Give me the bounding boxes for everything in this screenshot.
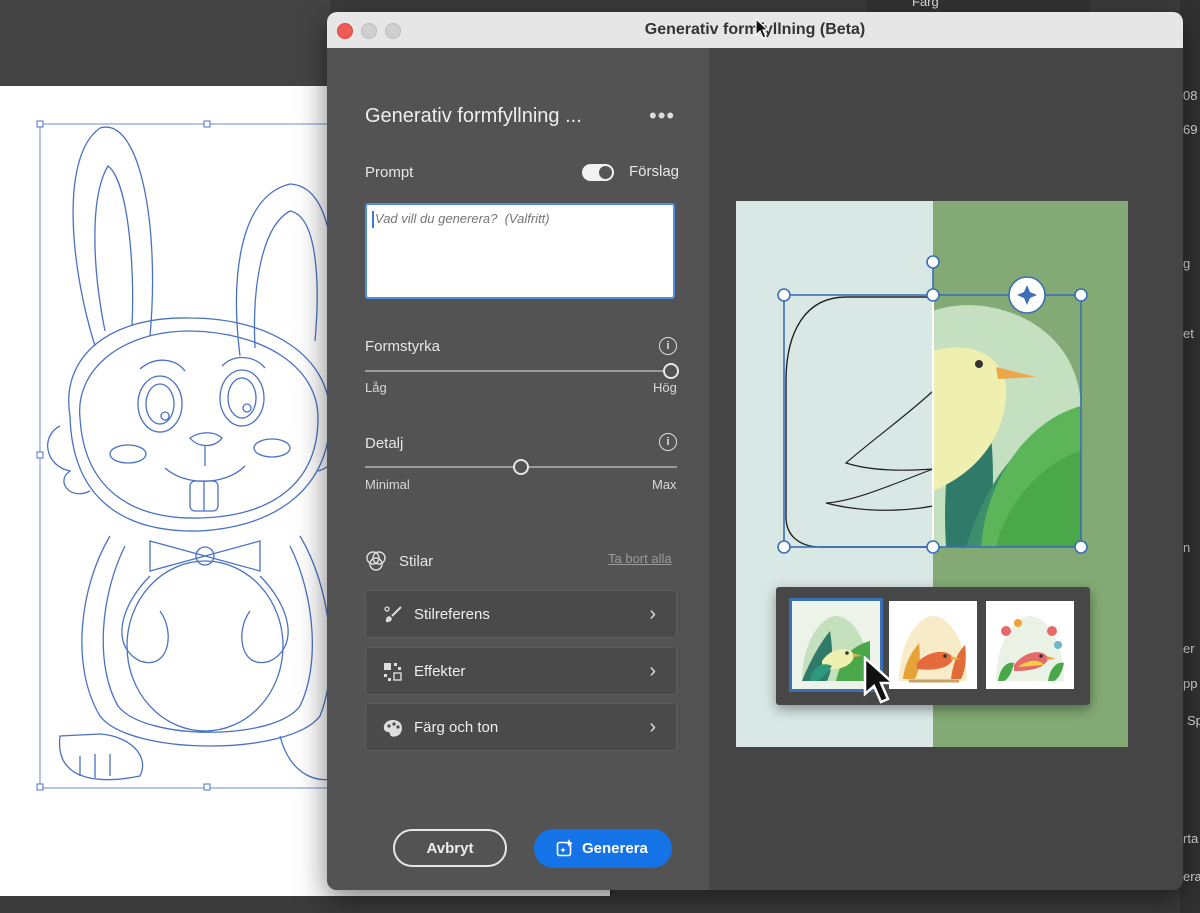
bg-value-4: et [1183, 326, 1194, 341]
generate-button[interactable]: Generera [534, 829, 672, 868]
prompt-input[interactable] [365, 203, 675, 299]
styles-icon [366, 551, 386, 571]
mouse-cursor-icon [863, 656, 897, 704]
chevron-right-icon: › [649, 660, 656, 682]
effects-icon [384, 663, 402, 681]
bg-value-10: era [1183, 869, 1200, 884]
bg-value-9: rta [1183, 831, 1199, 846]
shape-strength-max-label: Hög [653, 380, 677, 395]
style-reference-label: Stilreferens [414, 606, 490, 623]
styles-label: Stilar [399, 553, 434, 570]
settings-panel: Generativ formfyllning ... ••• Prompt Fö… [327, 48, 709, 890]
shape-strength-thumb[interactable] [663, 363, 679, 379]
shape-strength-min-label: Låg [365, 380, 387, 395]
bunny-artwork[interactable] [0, 86, 340, 806]
text-caret [372, 211, 374, 228]
more-horizontal-icon[interactable]: ••• [649, 103, 675, 129]
style-reference-icon [384, 606, 402, 623]
toggle-knob [599, 166, 612, 179]
bg-value-1: 08 [1183, 88, 1198, 103]
detail-max-label: Max [652, 477, 677, 492]
shape-strength-track[interactable] [365, 370, 671, 372]
info-icon[interactable]: i [659, 337, 677, 355]
variant-thumbnail[interactable] [889, 601, 977, 689]
variant-thumbnail[interactable] [986, 601, 1074, 689]
suggestions-toggle[interactable] [582, 164, 614, 181]
prompt-label: Prompt [365, 164, 414, 181]
background-toolbar [0, 0, 330, 86]
effects-label: Effekter [414, 663, 466, 680]
chevron-right-icon: › [649, 603, 656, 625]
bg-value-8: Sp [1187, 713, 1200, 728]
bg-value-5: n [1183, 540, 1191, 555]
cancel-button[interactable]: Avbryt [393, 829, 507, 867]
variants-tray [776, 587, 1090, 705]
generate-label: Generera [582, 840, 648, 857]
bg-value-7: pp [1183, 676, 1198, 691]
bg-value-6: er [1183, 641, 1195, 656]
generate-icon [556, 839, 573, 857]
mouse-cursor-icon [755, 18, 770, 39]
background-color-label[interactable]: Färg [912, 0, 939, 9]
bg-value-2: 69 [1183, 122, 1198, 137]
clear-all-link[interactable]: Ta bort alla [608, 551, 672, 566]
detail-thumb[interactable] [513, 459, 529, 475]
suggestions-label: Förslag [629, 163, 680, 180]
color-tone-label: Färg och ton [414, 719, 499, 736]
style-reference-row[interactable]: Stilreferens › [365, 590, 677, 638]
color-tone-icon [383, 720, 402, 737]
panel-heading: Generativ formfyllning ... [365, 105, 582, 127]
shape-strength-label: Formstyrka [365, 338, 440, 355]
detail-label: Detalj [365, 435, 404, 452]
effects-row[interactable]: Effekter › [365, 647, 677, 695]
generative-shape-fill-dialog: Generativ formfyllning (Beta) Generativ … [327, 12, 1183, 890]
color-tone-row[interactable]: Färg och ton › [365, 703, 677, 751]
detail-min-label: Minimal [365, 477, 410, 492]
bg-value-3: g [1183, 256, 1191, 271]
chevron-right-icon: › [649, 716, 656, 738]
info-icon[interactable]: i [659, 433, 677, 451]
